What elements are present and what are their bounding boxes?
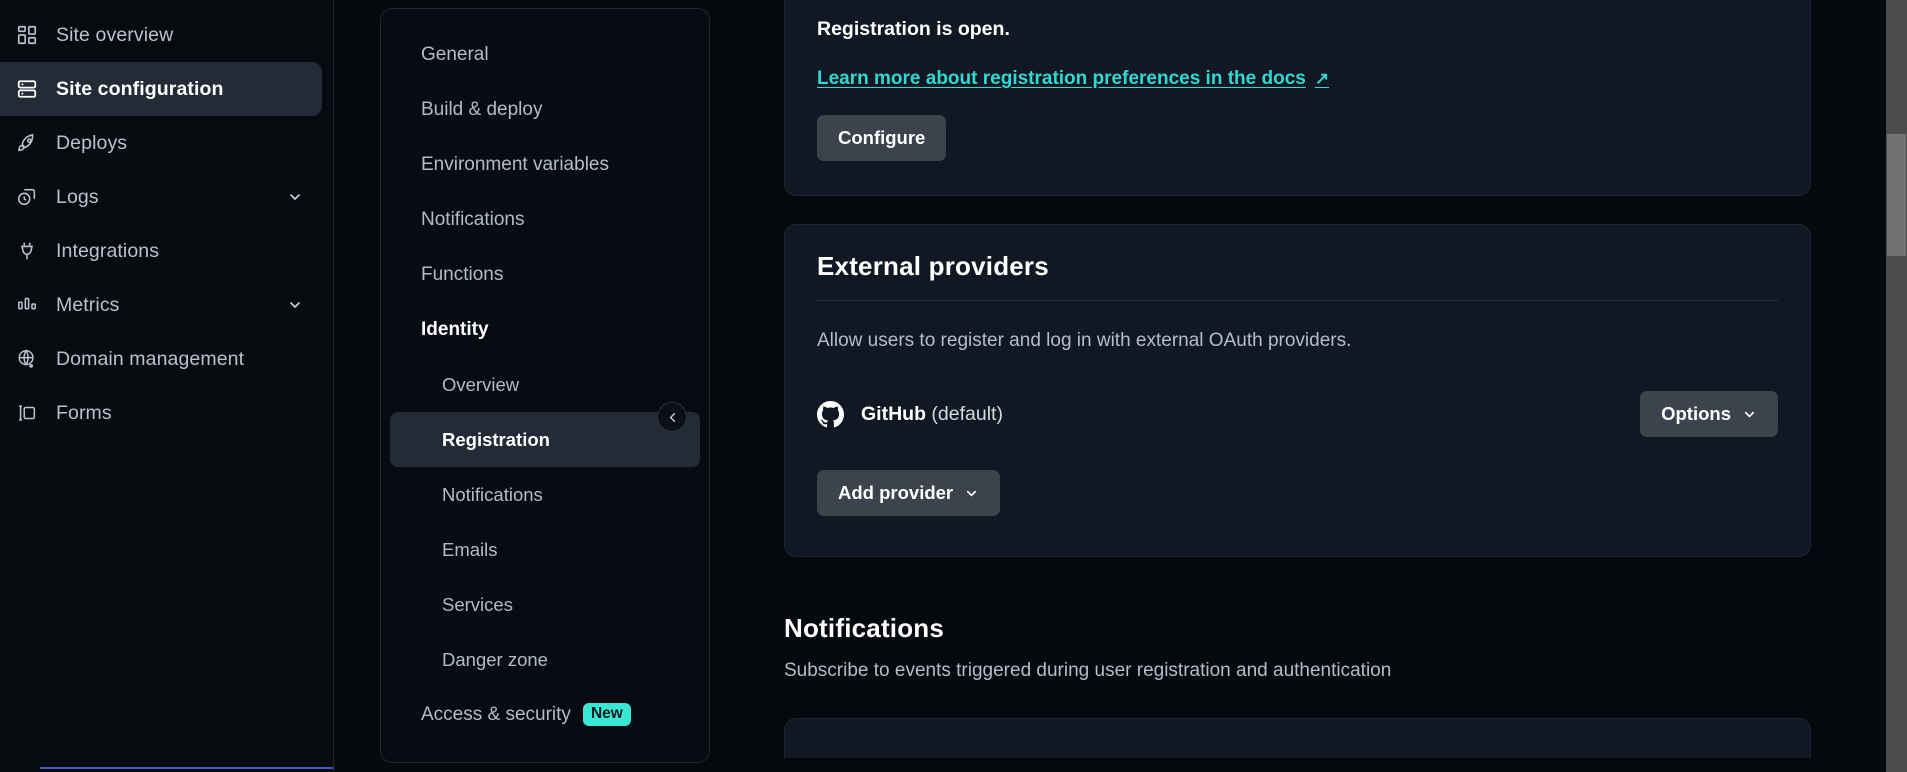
sidebar-item-forms[interactable]: Forms	[0, 386, 322, 440]
external-providers-panel: External providers Allow users to regist…	[784, 224, 1811, 557]
notifications-section: Notifications Subscribe to events trigge…	[784, 613, 1907, 682]
add-provider-label: Add provider	[838, 482, 954, 503]
server-icon	[14, 76, 40, 102]
configure-button[interactable]: Configure	[817, 115, 947, 161]
nav-label: Access & security	[421, 703, 571, 725]
nav-label: Emails	[442, 538, 498, 560]
notifications-heading: Notifications	[784, 613, 945, 643]
sidebar-item-domain-management[interactable]: Domain management	[0, 332, 322, 386]
provider-name-suffix: (default)	[931, 402, 1003, 425]
nav-environment-variables[interactable]: Environment variables	[390, 137, 700, 192]
provider-name: GitHub (default)	[861, 403, 1003, 426]
provider-options-button[interactable]: Options	[1640, 391, 1778, 437]
page-scrollbar[interactable]	[1886, 0, 1907, 772]
globe-icon	[14, 346, 40, 372]
nav-label: Danger zone	[442, 648, 548, 670]
nav-label: Notifications	[421, 208, 525, 230]
sidebar-item-site-overview[interactable]: Site overview	[0, 8, 322, 62]
bar-chart-icon	[14, 292, 40, 318]
nav-identity-services[interactable]: Services	[390, 577, 700, 632]
sidebar-item-label: Domain management	[56, 347, 245, 370]
nav-label: Identity	[421, 318, 489, 340]
notifications-panel-partial	[784, 718, 1811, 758]
sidebar-item-deploys[interactable]: Deploys	[0, 116, 322, 170]
provider-name-primary: GitHub	[861, 402, 926, 425]
nav-identity-notifications[interactable]: Notifications	[390, 467, 700, 522]
nav-access-and-security[interactable]: Access & security New	[390, 687, 700, 742]
nav-identity-danger-zone[interactable]: Danger zone	[390, 632, 700, 687]
provider-identity: GitHub (default)	[817, 400, 1640, 428]
settings-nav-card: General Build & deploy Environment varia…	[380, 8, 710, 763]
chevron-down-icon	[964, 486, 979, 501]
add-provider-wrap: Add provider	[817, 470, 1778, 516]
registration-status-text: Registration is open.	[817, 18, 1010, 40]
scrollbar-thumb[interactable]	[1887, 134, 1906, 256]
external-providers-description: Allow users to register and log in with …	[817, 330, 1352, 351]
sidebar-item-integrations[interactable]: Integrations	[0, 224, 322, 278]
chevron-down-icon[interactable]	[286, 296, 304, 314]
nav-label: Functions	[421, 263, 504, 285]
new-badge: New	[582, 703, 631, 726]
nav-label: Registration	[442, 428, 550, 450]
nav-label: Services	[442, 593, 513, 615]
sidebar-item-metrics[interactable]: Metrics	[0, 278, 322, 332]
registration-docs-link[interactable]: Learn more about registration preference…	[817, 68, 1329, 90]
chevron-left-icon	[665, 410, 680, 425]
logs-icon	[14, 184, 40, 210]
nav-identity-registration[interactable]: Registration	[390, 412, 700, 467]
external-providers-heading: External providers	[817, 251, 1049, 281]
registration-status-panel: Registration is open. Learn more about r…	[784, 0, 1811, 196]
configure-button-wrap: Configure	[817, 115, 1778, 161]
provider-row-github: GitHub (default) Options	[817, 388, 1778, 440]
chevron-down-icon[interactable]	[286, 188, 304, 206]
primary-sidebar: Site overview Site configuration Deploys…	[0, 0, 1060, 772]
sidebar-item-site-configuration[interactable]: Site configuration	[0, 62, 322, 116]
sidebar-item-label: Metrics	[56, 293, 120, 316]
docs-link-label: Learn more about registration preference…	[817, 68, 1306, 89]
options-label: Options	[1661, 403, 1731, 424]
github-icon	[817, 400, 844, 428]
sidebar-collapse-button[interactable]	[657, 402, 687, 432]
nav-build-and-deploy[interactable]: Build & deploy	[390, 82, 700, 137]
chevron-down-icon	[1742, 407, 1757, 422]
sidebar-item-logs[interactable]: Logs	[0, 170, 322, 224]
rocket-icon	[14, 130, 40, 156]
add-provider-button[interactable]: Add provider	[817, 470, 1001, 516]
sidebar-item-label: Forms	[56, 401, 112, 424]
sidebar-item-label: Integrations	[56, 239, 160, 262]
secondary-nav-column: General Build & deploy Environment varia…	[334, 0, 742, 772]
nav-label: Environment variables	[421, 153, 609, 175]
forms-icon	[14, 400, 40, 426]
nav-notifications[interactable]: Notifications	[390, 192, 700, 247]
sidebar-item-label: Site configuration	[56, 77, 224, 100]
heading-divider	[817, 300, 1778, 301]
nav-label: Overview	[442, 373, 520, 395]
sidebar-item-label: Deploys	[56, 131, 128, 154]
nav-functions[interactable]: Functions	[390, 247, 700, 302]
notifications-description: Subscribe to events triggered during use…	[784, 660, 1392, 681]
main-content: Registration is open. Learn more about r…	[742, 0, 1907, 772]
nav-label: Notifications	[442, 483, 543, 505]
nav-general[interactable]: General	[390, 27, 700, 82]
nav-identity-overview[interactable]: Overview	[390, 357, 700, 412]
nav-identity-emails[interactable]: Emails	[390, 522, 700, 577]
plug-icon	[14, 238, 40, 264]
nav-label: Build & deploy	[421, 98, 543, 120]
nav-identity-group[interactable]: Identity	[390, 302, 700, 357]
external-link-arrow-icon: ↗	[1314, 69, 1330, 88]
sidebar-item-label: Site overview	[56, 23, 174, 46]
grid-icon	[14, 22, 40, 48]
nav-label: General	[421, 43, 489, 65]
sidebar-item-label: Logs	[56, 185, 99, 208]
app-root: Site overview Site configuration Deploys…	[0, 0, 1907, 772]
